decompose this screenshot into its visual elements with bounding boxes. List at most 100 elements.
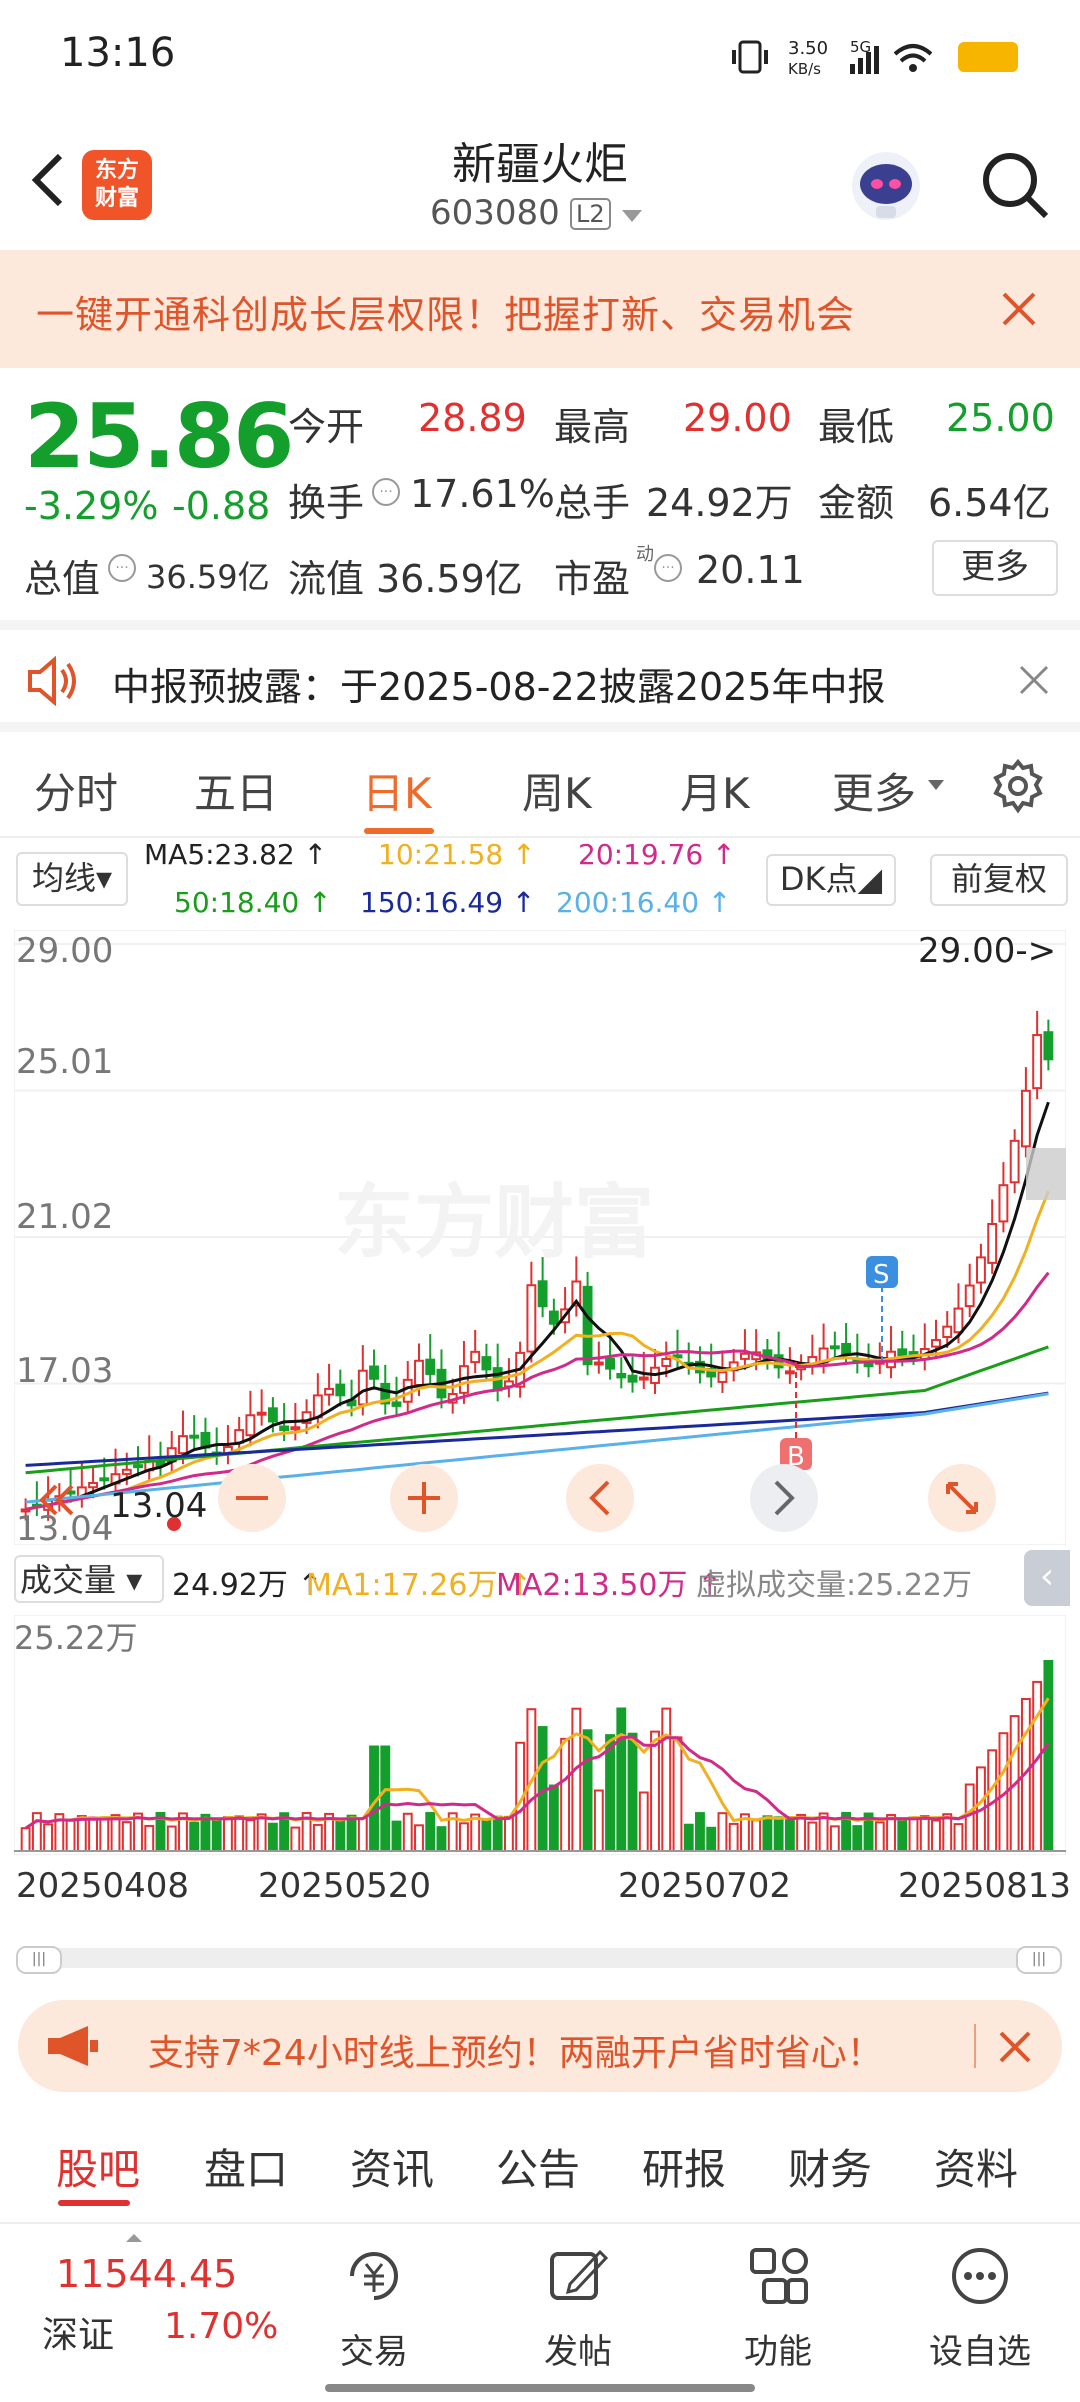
tab-research[interactable]: 研报 (642, 2136, 726, 2197)
tab-weekly-k[interactable]: 周K (522, 760, 592, 821)
tab-forum[interactable]: 股吧 (56, 2136, 140, 2197)
y-tick: 29.00 (16, 931, 113, 971)
candle-body (841, 1342, 852, 1355)
tab-profile[interactable]: 资料 (934, 2136, 1018, 2197)
more-icon[interactable] (948, 2244, 1012, 2308)
candle-body (178, 1435, 188, 1455)
ma-select[interactable]: 均线▾ (16, 852, 128, 906)
tab-monthly-k[interactable]: 月K (680, 760, 750, 821)
permission-banner[interactable]: 一键开通科创成长层权限！把握打新、交易机会 (0, 250, 1080, 368)
volume-bar (346, 1814, 357, 1852)
slider-left-handle[interactable]: ||| (16, 1946, 62, 1974)
scroll-left-button[interactable] (566, 1464, 634, 1532)
close-icon[interactable] (998, 2030, 1032, 2064)
volume-bar (908, 1816, 919, 1852)
dk-point-button[interactable]: DK点◢ (766, 854, 896, 906)
adjust-select[interactable]: 前复权 (930, 854, 1068, 906)
tab-news[interactable]: 资讯 (350, 2136, 434, 2197)
volume-bar (548, 1784, 559, 1853)
candle-body (717, 1371, 728, 1383)
volume-bar (605, 1734, 615, 1852)
low-value: 25.00 (946, 396, 1055, 440)
candle-body (605, 1357, 615, 1370)
volume-chart[interactable]: 25.22万 (14, 1615, 1066, 1855)
code-dropdown-icon[interactable] (622, 210, 642, 222)
watermark: 东方 (334, 1176, 494, 1269)
volume-bar (335, 1820, 346, 1853)
pe-dynamic-sup: 动 (636, 544, 654, 565)
range-slider[interactable] (16, 1948, 1060, 1968)
compose-icon[interactable] (546, 2244, 610, 2308)
y-tick: 13.04 (16, 1509, 113, 1545)
status-time: 13:16 (60, 30, 176, 76)
index-value[interactable]: 11544.45 (56, 2252, 237, 2296)
high-label: 最高 (554, 405, 631, 449)
tab-intraday[interactable]: 分时 (34, 760, 118, 821)
stock-code[interactable]: 603080 (430, 193, 560, 233)
sell-marker-label: S (873, 1260, 890, 1290)
last-price: 25.86 (24, 385, 294, 488)
volume-indicator-select[interactable]: 成交量 ▾ (14, 1555, 164, 1603)
robot-assistant-icon[interactable] (846, 148, 926, 224)
tab-financials[interactable]: 财务 (788, 2136, 872, 2197)
close-icon[interactable] (1000, 290, 1038, 328)
volume-bar (751, 1819, 762, 1852)
volume-bar (76, 1815, 87, 1852)
info-icon[interactable]: ··· (372, 478, 400, 506)
volume-bar (65, 1819, 76, 1853)
slider-right-handle[interactable]: ||| (1016, 1946, 1062, 1974)
candle-body (121, 1468, 132, 1475)
search-icon[interactable] (980, 150, 1050, 220)
scroll-right-button[interactable] (750, 1464, 818, 1532)
report-notice[interactable]: 中报预披露：于2025-08-22披露2025年中报 (0, 620, 1080, 732)
gear-icon[interactable] (990, 758, 1046, 814)
candle-body (526, 1284, 537, 1353)
nav-trade[interactable]: 交易 (304, 2324, 444, 2373)
apps-icon[interactable] (746, 2244, 810, 2308)
y-tick: 25.01 (16, 1042, 113, 1082)
candle-body (537, 1280, 548, 1308)
home-indicator (325, 2384, 755, 2392)
volume-bar (144, 1824, 155, 1852)
volume-bar (582, 1729, 593, 1852)
price-cursor[interactable] (1026, 1148, 1066, 1200)
candle-body (638, 1376, 649, 1381)
min-marker (167, 1517, 181, 1531)
nav-functions[interactable]: 功能 (708, 2324, 848, 2373)
volume-value: 24.92万 (646, 481, 793, 525)
tab-more[interactable]: 更多 (832, 760, 916, 821)
volume-bar (919, 1815, 930, 1852)
index-pct[interactable]: 1.70% (164, 2306, 278, 2347)
info-icon[interactable]: ··· (108, 554, 136, 582)
candle-body (998, 1184, 1009, 1223)
chevron-up-icon[interactable] (126, 2234, 142, 2242)
divider (974, 2024, 976, 2068)
banner-text: 一键开通科创成长层权限！把握打新、交易机会 (36, 293, 856, 337)
nav-post[interactable]: 发帖 (508, 2324, 648, 2373)
index-name[interactable]: 深证 (42, 2306, 114, 2358)
promo-banner[interactable]: 支持7*24小时线上预约！两融开户省时省心！ (18, 2000, 1062, 2092)
volume-bar (380, 1745, 391, 1852)
tab-announcements[interactable]: 公告 (496, 2136, 580, 2197)
volume-bar (211, 1818, 222, 1852)
collapse-icon[interactable]: ‹ (1024, 1550, 1070, 1606)
nav-add-watchlist[interactable]: 设自选 (910, 2324, 1050, 2373)
active-tab-indicator (364, 828, 434, 834)
candle-body (1043, 1031, 1054, 1061)
trade-icon[interactable] (342, 2244, 406, 2308)
info-icon[interactable]: ··· (654, 554, 682, 582)
more-button[interactable]: 更多 (932, 540, 1058, 596)
candle-body (739, 1352, 750, 1360)
tab-five-day[interactable]: 五日 (194, 760, 278, 821)
open-label: 今开 (288, 405, 365, 449)
tab-daily-k[interactable]: 日K (362, 760, 432, 821)
candlestick-chart[interactable]: 东方 财富 29.00 25.01 21.02 17.03 13.04 29.0… (14, 930, 1066, 1545)
volume-bar (829, 1825, 840, 1852)
volume-bar (391, 1820, 402, 1853)
volume-bar (807, 1821, 818, 1852)
close-icon[interactable] (1018, 664, 1050, 696)
turnover-value: 17.61% (410, 472, 555, 516)
volume-bar (312, 1823, 323, 1852)
tab-orderbook[interactable]: 盘口 (204, 2136, 288, 2197)
volume-bar (267, 1822, 278, 1853)
